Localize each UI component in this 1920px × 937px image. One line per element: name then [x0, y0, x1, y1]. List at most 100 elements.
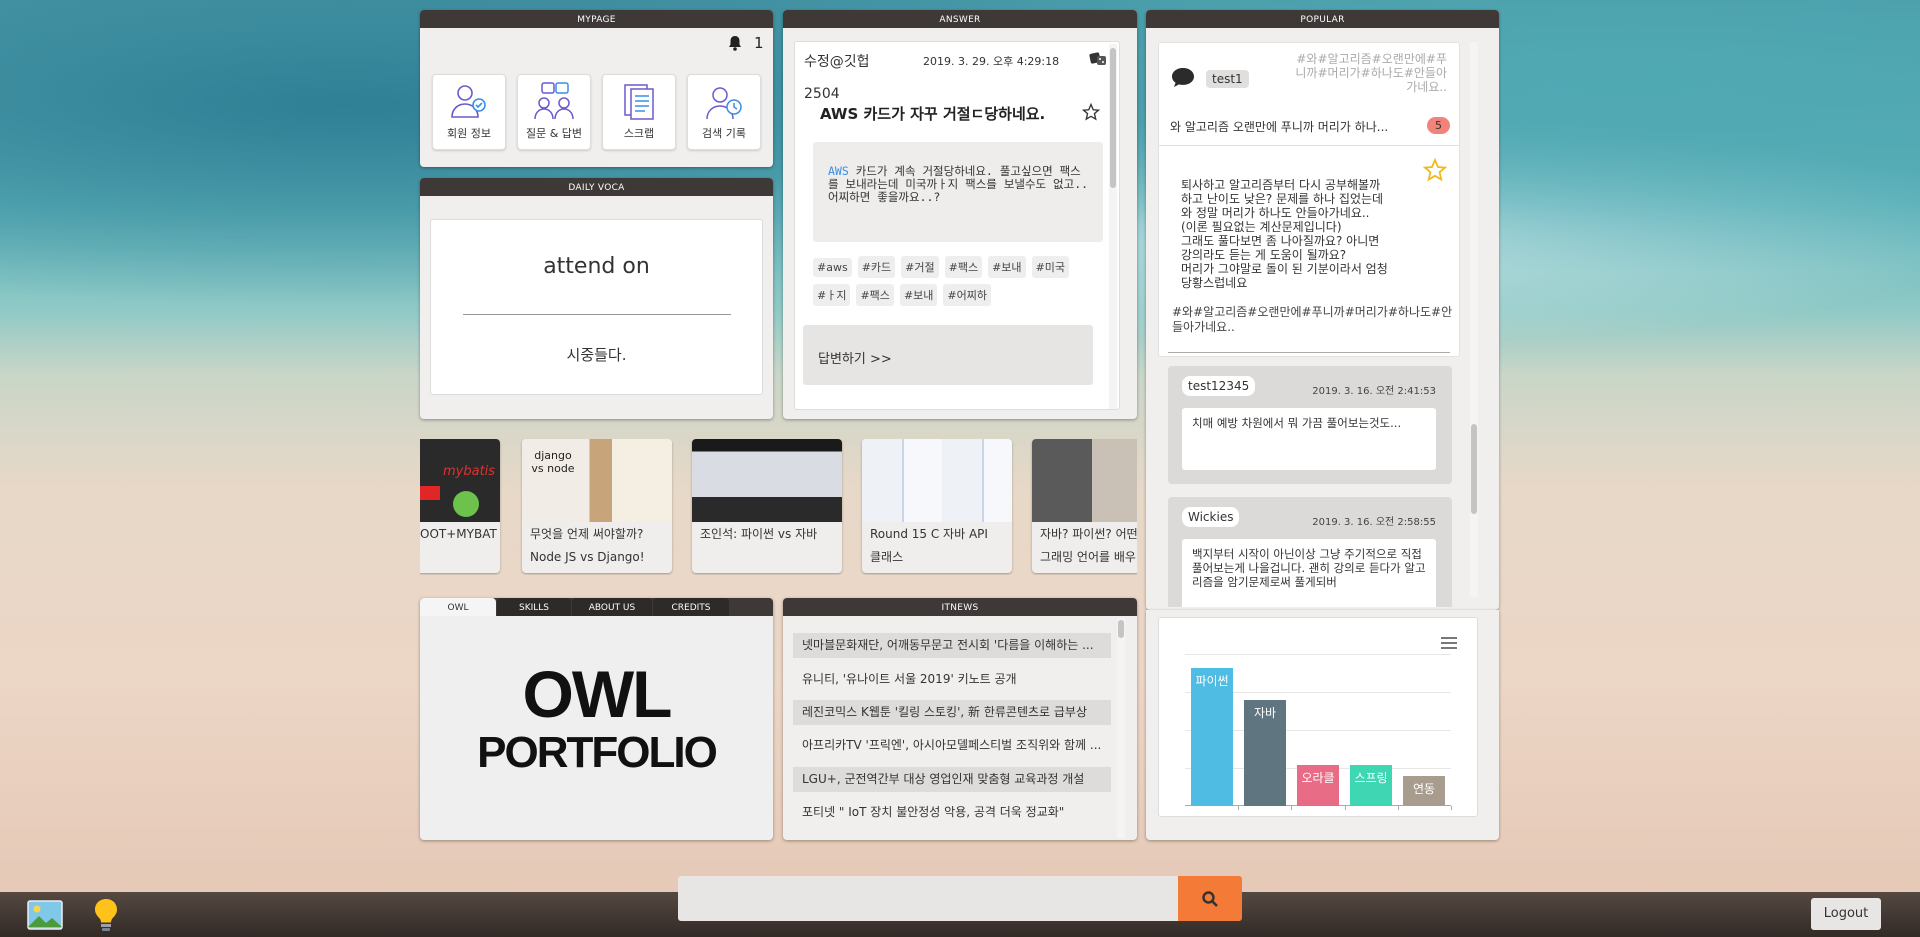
logout-button[interactable]: Logout — [1811, 898, 1881, 930]
post-count-badge: 5 — [1427, 117, 1450, 134]
post-body-line: 머리가 그야말로 돌이 된 기분이라서 엄청 — [1181, 262, 1388, 276]
post-body-line: 퇴사하고 알고리즘부터 다시 공부해볼까 — [1181, 178, 1381, 192]
tab-about-us[interactable]: ABOUT US — [572, 598, 652, 616]
tab-skills[interactable]: SKILLS — [497, 598, 571, 616]
chart-bar[interactable]: 스프링 — [1350, 765, 1392, 806]
comment-card: Wickies 2019. 3. 16. 오전 2:58:55 백지부터 시작이… — [1168, 497, 1452, 607]
scrap-icon — [624, 84, 654, 120]
video-title: 무엇을 언제 써야할까? — [530, 527, 644, 541]
video-thumbnail — [862, 439, 1012, 522]
search-history-icon — [706, 87, 742, 120]
dice-icon[interactable] — [1089, 51, 1107, 71]
chart-bar-label: 파이썬 — [1195, 674, 1229, 688]
member-info-icon — [451, 85, 486, 118]
chart-bar[interactable]: 파이썬 — [1191, 668, 1233, 806]
video-thumbnail: django vs node — [522, 439, 672, 522]
news-item[interactable]: 넷마블문화재단, 어깨동무문고 전시회 '다름을 이해하는 ... — [793, 633, 1111, 658]
news-item[interactable]: 유니티, '유나이트 서울 2019' 키노트 공개 — [793, 667, 1111, 692]
comment-user[interactable]: test12345 — [1182, 376, 1256, 396]
scrap-button[interactable]: 스크랩 — [602, 74, 676, 150]
aws-highlight: AWS — [828, 164, 849, 178]
mypage-title: MYPAGE — [420, 10, 773, 28]
tab-owl[interactable]: OWL — [420, 598, 496, 616]
bell-icon[interactable] — [728, 35, 742, 55]
chart-bar[interactable]: 자바 — [1244, 700, 1286, 806]
chart-bar-label: 오라클 — [1301, 771, 1335, 785]
video-title-line2: 그래밍 언어를 배우 — [1040, 550, 1136, 564]
tag[interactable]: #보내 — [988, 256, 1026, 278]
tag[interactable]: #보내 — [899, 284, 938, 306]
answer-date: 2019. 3. 29. 오후 4:29:18 — [923, 55, 1060, 68]
post-hashtags-footer: #와#알고리즘#오랜만에#푸니까#머리가#하나도#안들아가네요.. — [1172, 305, 1453, 334]
answer-panel: ANSWER 수정@깃헙 2019. 3. 29. 오후 4:29:18 250… — [783, 10, 1137, 419]
chart-bar[interactable]: 연동 — [1403, 776, 1445, 806]
tag[interactable]: #어찌하 — [943, 284, 991, 306]
video-strip: mybatis OOT+MYBAT django vs node 무엇을 언제 … — [420, 439, 1137, 575]
qna-icon — [534, 82, 574, 120]
tag-list: #aws #카드 #거절 #팩스 #보내 #미국#ㅏ지 #팩스 #보내 #어찌하 — [813, 256, 1103, 312]
post-user-badge[interactable]: test1 — [1206, 70, 1249, 88]
tag[interactable]: #팩스 — [944, 256, 983, 278]
qna-button[interactable]: 질문 & 답변 — [517, 74, 591, 150]
video-title-line2: 클래스 — [870, 550, 904, 564]
search-icon — [1201, 890, 1219, 912]
search-input[interactable] — [678, 876, 1178, 921]
news-item[interactable]: 포티넷 " IoT 장치 불안정성 악용, 공격 더욱 정교화" — [793, 800, 1111, 825]
comment-date: 2019. 3. 16. 오전 2:41:53 — [1312, 386, 1436, 397]
video-card[interactable]: mybatis OOT+MYBAT — [420, 439, 500, 573]
tag[interactable]: #팩스 — [856, 284, 894, 306]
tag[interactable]: #미국 — [1031, 256, 1070, 278]
popular-scrollbar[interactable] — [1470, 42, 1478, 597]
post-body-line: 그래도 풀다보면 좀 나아질까요? 아니면 — [1181, 234, 1380, 248]
lightbulb-icon[interactable] — [91, 897, 121, 937]
tag[interactable]: #카드 — [857, 256, 896, 278]
search-history-button[interactable]: 검색 기록 — [687, 74, 761, 150]
news-item[interactable]: 레진코믹스 K웹툰 '킬링 스토킹', 新 한류콘텐츠로 급부상 — [793, 700, 1111, 725]
owl-logo-line2: PORTFOLIO — [477, 728, 718, 777]
post-body-line: 하고 난이도 낮은? 문제를 하나 집었는데 — [1181, 192, 1384, 206]
member-info-button[interactable]: 회원 정보 — [432, 74, 506, 150]
voca-card: attend on 시중들다. — [430, 219, 763, 395]
chart-bar-label: 연동 — [1412, 782, 1436, 796]
answer-scrollbar[interactable] — [1109, 44, 1117, 409]
reply-link[interactable]: 답변하기 >> — [818, 348, 892, 367]
image-icon[interactable] — [27, 900, 63, 934]
video-card[interactable]: 자바? 파이썬? 어떤 그래밍 언어를 배우 — [1032, 439, 1137, 573]
chart-x-tick — [1238, 806, 1239, 810]
video-title: 조인석: 파이썬 vs 자바 — [700, 527, 818, 541]
voca-panel: DAILY VOCA attend on 시중들다. — [420, 178, 773, 419]
video-title: OOT+MYBAT — [420, 527, 497, 541]
video-card[interactable]: Round 15 C 자바 API 클래스 — [862, 439, 1012, 573]
tag[interactable]: #aws — [813, 258, 852, 277]
video-card[interactable]: django vs node 무엇을 언제 써야할까? Node JS vs D… — [522, 439, 672, 573]
post-hashtags-header: #와#알고리즘#오랜만에#푸니까#머리가#하나도#안들아가네요.. — [1295, 52, 1447, 94]
chart-x-tick — [1398, 806, 1399, 810]
popular-title: POPULAR — [1146, 10, 1499, 28]
member-info-label: 회원 정보 — [447, 127, 491, 140]
news-item[interactable]: 아프리카TV '프릭엔', 아시아모델페스티벌 조직위와 함께 ... — [793, 733, 1111, 758]
tag[interactable]: #ㅏ지 — [813, 284, 851, 306]
post-body-line: 와 정말 머리가 하나도 안들아가네요.. — [1181, 206, 1370, 220]
owl-logo-line1: OWL — [522, 657, 673, 731]
post-body-line: 강의라도 듣는 게 도움이 될까요? — [1181, 248, 1347, 262]
post-preview[interactable]: 와 알고리즘 오랜만에 푸니까 머리가 하나... — [1170, 118, 1388, 135]
power-icon — [453, 491, 479, 517]
video-title: Round 15 C 자바 API — [870, 527, 988, 541]
itnews-title: ITNEWS — [783, 598, 1137, 616]
chart-bar[interactable]: 오라클 — [1297, 765, 1339, 806]
voca-title: DAILY VOCA — [420, 178, 773, 196]
search-button[interactable] — [1178, 876, 1242, 921]
notification-count: 1 — [754, 34, 764, 52]
hamburger-icon[interactable] — [1441, 634, 1457, 653]
news-item[interactable]: LGU+, 군전역간부 대상 영업인재 맞춤형 교육과정 개설 — [793, 767, 1111, 792]
star-icon[interactable] — [1081, 102, 1101, 125]
video-card[interactable]: 조인석: 파이썬 vs 자바 — [692, 439, 842, 573]
video-thumb-text: django vs node — [531, 449, 575, 475]
post-body: 퇴사하고 알고리즘부터 다시 공부해볼까 하고 난이도 낮은? 문제를 하나 집… — [1181, 178, 1441, 290]
video-thumbnail: mybatis — [420, 439, 500, 522]
comment-date: 2019. 3. 16. 오전 2:58:55 — [1312, 517, 1436, 528]
comment-user[interactable]: Wickies — [1182, 507, 1240, 527]
itnews-scrollbar[interactable] — [1117, 618, 1125, 838]
tab-credits[interactable]: CREDITS — [653, 598, 729, 616]
tag[interactable]: #거절 — [901, 256, 939, 278]
